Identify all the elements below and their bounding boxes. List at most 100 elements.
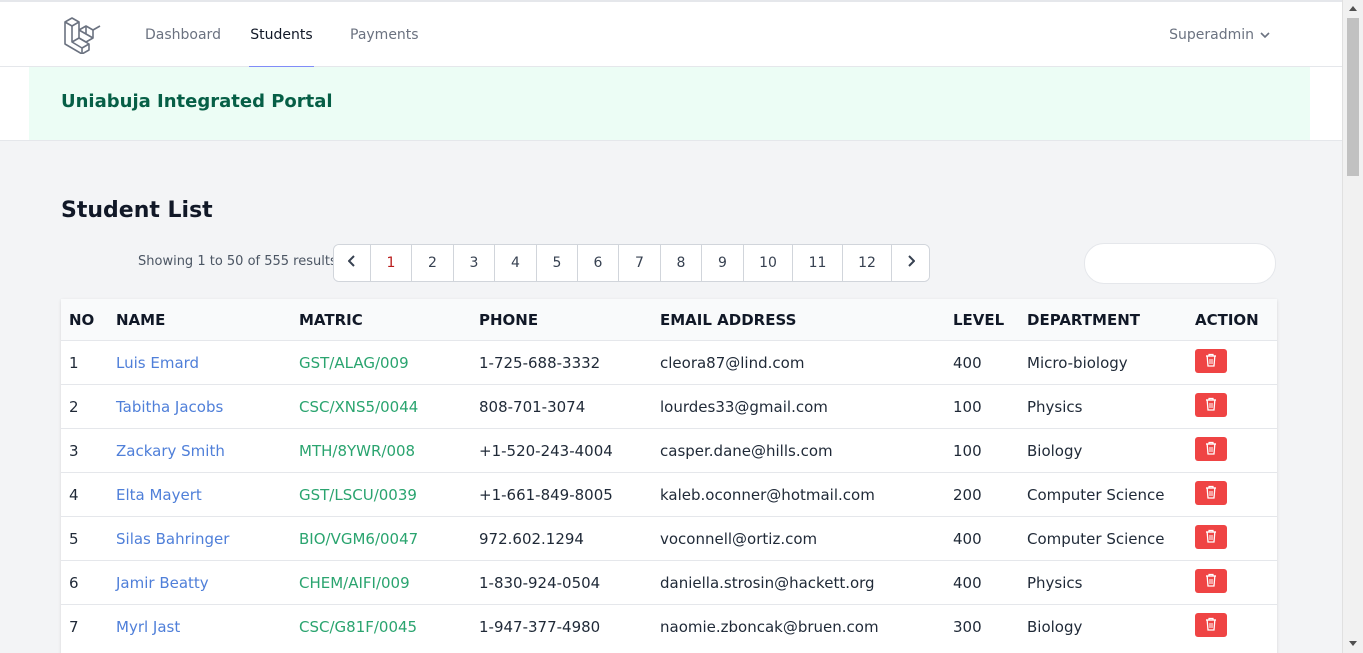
trash-icon (1205, 572, 1217, 591)
page-12-button[interactable]: 12 (843, 245, 892, 281)
column-header-level: LEVEL (953, 311, 1005, 329)
page-2-button[interactable]: 2 (412, 245, 454, 281)
cell-no: 2 (69, 398, 79, 416)
header-banner: Uniabuja Integrated Portal (29, 67, 1310, 140)
student-name-link[interactable]: Zackary Smith (116, 442, 225, 460)
results-summary: Showing 1 to 50 of 555 results (138, 254, 337, 269)
column-header-matric: MATRIC (299, 311, 363, 329)
page-title: Uniabuja Integrated Portal (61, 91, 333, 112)
nav-dashboard[interactable]: Dashboard (145, 2, 221, 68)
table-row: 7 Myrl Jast CSC/G81F/0045 1-947-377-4980 nao… (61, 604, 1277, 648)
cell-phone: +1-661-849-8005 (479, 486, 613, 504)
page-7-button[interactable]: 7 (619, 245, 661, 281)
cell-department: Computer Science (1027, 530, 1165, 548)
column-header-phone: PHONE (479, 311, 539, 329)
student-table: NO NAME MATRIC PHONE EMAIL ADDRESS LEVEL… (61, 299, 1277, 653)
page-5-button[interactable]: 5 (537, 245, 578, 281)
table-row: 1 Luis Emard GST/ALAG/009 1-725-688-3332 cle… (61, 340, 1277, 384)
cell-email: daniella.strosin@hackett.org (660, 574, 875, 592)
page-1-button[interactable]: 1 (371, 245, 412, 281)
page-6-button[interactable]: 6 (578, 245, 619, 281)
chevron-down-icon (1260, 2, 1270, 68)
cell-phone: 1-725-688-3332 (479, 354, 601, 372)
cell-department: Biology (1027, 442, 1083, 460)
cell-email: casper.dane@hills.com (660, 442, 833, 460)
cell-level: 300 (953, 618, 982, 636)
cell-email: lourdes33@gmail.com (660, 398, 828, 416)
cell-email: naomie.zboncak@bruen.com (660, 618, 879, 636)
student-name-link[interactable]: Luis Emard (116, 354, 199, 372)
cell-level: 100 (953, 442, 982, 460)
cell-matric: CSC/XNS5/0044 (299, 398, 419, 416)
nav-payments[interactable]: Payments (350, 2, 419, 68)
table-header: NO NAME MATRIC PHONE EMAIL ADDRESS LEVEL… (61, 299, 1277, 340)
cell-department: Biology (1027, 618, 1083, 636)
scroll-down-arrow-icon[interactable] (1349, 641, 1357, 646)
cell-matric: BIO/VGM6/0047 (299, 530, 419, 548)
page-11-button[interactable]: 11 (793, 245, 843, 281)
page-scrollbar[interactable] (1342, 0, 1363, 653)
next-page-button[interactable] (892, 245, 929, 281)
cell-no: 5 (69, 530, 79, 548)
top-navbar: Dashboard Students Payments Superadmin (0, 0, 1342, 68)
cell-matric: MTH/8YWR/008 (299, 442, 416, 460)
delete-button[interactable] (1195, 525, 1227, 549)
table-row: 3 Zackary Smith MTH/8YWR/008 +1-520-243-400… (61, 428, 1277, 472)
trash-icon (1205, 484, 1217, 503)
nav-students[interactable]: Students (249, 2, 314, 68)
chevron-right-icon (907, 255, 915, 271)
delete-button[interactable] (1195, 349, 1227, 373)
prev-page-button[interactable] (334, 245, 371, 281)
cell-email: voconnell@ortiz.com (660, 530, 818, 548)
trash-icon (1205, 440, 1217, 459)
delete-button[interactable] (1195, 481, 1227, 505)
cell-phone: +1-520-243-4004 (479, 442, 613, 460)
cell-matric: GST/LSCU/0039 (299, 486, 417, 504)
column-header-email: EMAIL ADDRESS (660, 311, 797, 329)
page-10-button[interactable]: 10 (744, 245, 793, 281)
trash-icon (1205, 528, 1217, 547)
column-header-action: ACTION (1195, 311, 1259, 329)
student-name-link[interactable]: Tabitha Jacobs (116, 398, 223, 416)
cell-no: 4 (69, 486, 79, 504)
search-input[interactable] (1084, 243, 1276, 284)
page-8-button[interactable]: 8 (661, 245, 702, 281)
student-name-link[interactable]: Jamir Beatty (116, 574, 209, 592)
user-name: Superadmin (1169, 27, 1254, 43)
chevron-left-icon (347, 255, 356, 271)
page-9-button[interactable]: 9 (702, 245, 744, 281)
delete-button[interactable] (1195, 393, 1227, 417)
page-4-button[interactable]: 4 (495, 245, 537, 281)
cell-phone: 1-947-377-4980 (479, 618, 601, 636)
user-menu[interactable]: Superadmin (1169, 2, 1270, 68)
cell-level: 400 (953, 574, 982, 592)
delete-button[interactable] (1195, 569, 1227, 593)
cell-no: 6 (69, 574, 79, 592)
section-title: Student List (61, 198, 213, 223)
cell-level: 100 (953, 398, 982, 416)
trash-icon (1205, 396, 1217, 415)
scroll-up-arrow-icon[interactable] (1349, 6, 1357, 11)
delete-button[interactable] (1195, 613, 1227, 637)
student-name-link[interactable]: Myrl Jast (116, 618, 180, 636)
cell-no: 3 (69, 442, 79, 460)
cell-email: kaleb.oconner@hotmail.com (660, 486, 875, 504)
page-3-button[interactable]: 3 (454, 245, 495, 281)
scrollbar-thumb[interactable] (1347, 18, 1359, 176)
cell-phone: 972.602.1294 (479, 530, 584, 548)
cell-email: cleora87@lind.com (660, 354, 805, 372)
student-name-link[interactable]: Elta Mayert (116, 486, 202, 504)
cell-no: 1 (69, 354, 79, 372)
cell-level: 200 (953, 486, 982, 504)
cell-department: Physics (1027, 398, 1083, 416)
delete-button[interactable] (1195, 437, 1227, 461)
table-row: 6 Jamir Beatty CHEM/AIFI/009 1-830-924-0504… (61, 560, 1277, 604)
student-name-link[interactable]: Silas Bahringer (116, 530, 229, 548)
cell-department: Computer Science (1027, 486, 1165, 504)
table-row: 4 Elta Mayert GST/LSCU/0039 +1-661-849-8005… (61, 472, 1277, 516)
cell-matric: CHEM/AIFI/009 (299, 574, 410, 592)
column-header-no: NO (69, 311, 95, 329)
cell-no: 7 (69, 618, 79, 636)
laravel-logo-icon[interactable] (63, 16, 103, 55)
cell-phone: 808-701-3074 (479, 398, 586, 416)
